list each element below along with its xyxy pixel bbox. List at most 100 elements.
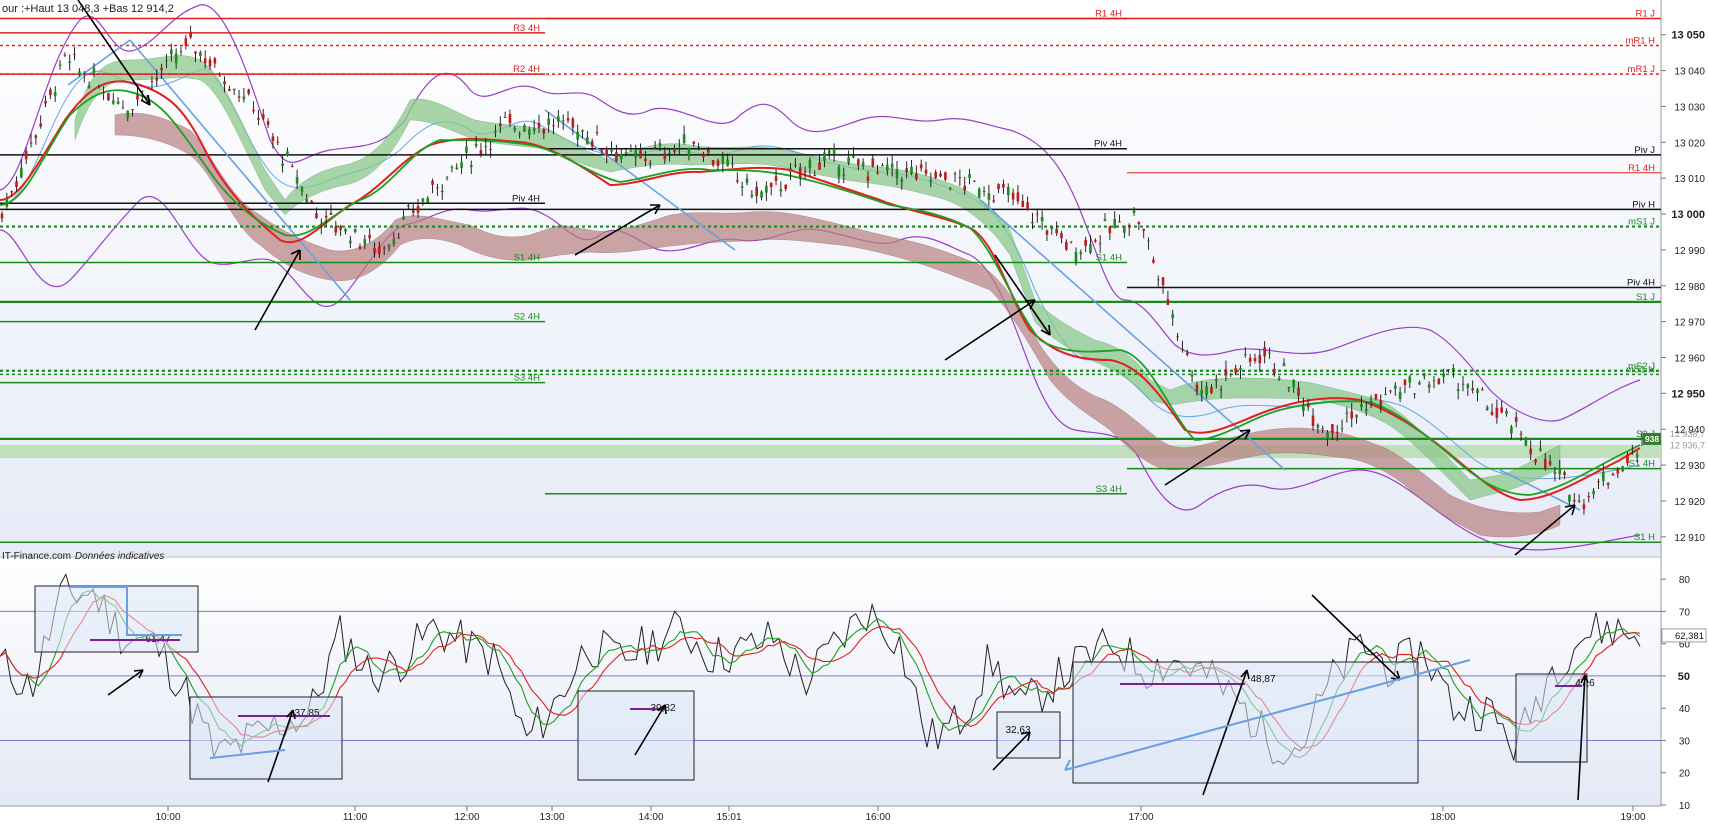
candle-body [1485, 407, 1489, 411]
candle-body [765, 185, 768, 193]
candle-body [194, 51, 197, 54]
candle-body [1248, 357, 1252, 362]
candle-body [968, 174, 971, 179]
candle-body [1205, 386, 1208, 396]
candle-body [1031, 221, 1034, 224]
candle-body [1152, 259, 1155, 263]
candle-body [179, 51, 183, 53]
candle-body [1016, 192, 1020, 202]
candle-body [1234, 368, 1237, 373]
candle-body [1582, 504, 1586, 510]
candle-body [590, 141, 594, 147]
candle-body [1210, 387, 1213, 393]
candle-body [798, 167, 802, 178]
candle-body [934, 172, 937, 178]
x-tick-label: 10:00 [155, 812, 180, 823]
candle-body [1103, 219, 1107, 222]
candle-body [126, 110, 130, 118]
candle-body [827, 150, 831, 154]
candle-body [1287, 387, 1291, 389]
candle-body [518, 133, 521, 135]
candle-body [24, 150, 28, 160]
candle-body [1171, 314, 1175, 319]
candle-body [310, 200, 313, 203]
candle-body [160, 67, 163, 71]
candle-body [97, 87, 101, 89]
candle-body [547, 118, 550, 125]
candle-body [242, 96, 246, 100]
candle-body [769, 183, 773, 187]
candle-body [349, 240, 352, 244]
candle-body [1050, 227, 1054, 230]
candle-body [537, 122, 541, 129]
level-label: R1 4H [1095, 9, 1122, 20]
candle-body [886, 164, 889, 171]
candle-body [1635, 454, 1639, 457]
candle-body [1568, 494, 1571, 502]
candle-body [813, 175, 817, 177]
y-tick-label: 13 010 [1674, 174, 1705, 185]
candle-body [823, 152, 826, 161]
candle-body [1132, 209, 1136, 213]
candle-body [1408, 376, 1412, 383]
candle-body [1002, 183, 1005, 188]
candle-body [561, 120, 565, 122]
candle-body [653, 147, 657, 149]
candle-body [1601, 471, 1605, 481]
y-axis-strip [1661, 0, 1709, 824]
level-label: R3 4H [513, 23, 540, 34]
candle-body [697, 147, 700, 149]
level-label: Piv H [1632, 199, 1655, 210]
candle-body [431, 180, 434, 185]
candle-body [295, 176, 299, 184]
candle-body [576, 131, 579, 140]
candle-body [1476, 389, 1479, 394]
y-tick-label: 12 960 [1674, 353, 1705, 364]
current-price-band [0, 445, 1661, 458]
candle-body [1239, 368, 1242, 371]
candle-body [1147, 240, 1150, 242]
candle-body [1292, 380, 1295, 388]
y-tick-label: 12 920 [1674, 497, 1705, 508]
candle-body [692, 141, 696, 144]
candle-body [687, 147, 691, 157]
candle-body [290, 165, 294, 167]
rsi-annotation-box [34, 585, 199, 653]
candle-body [566, 118, 570, 121]
candle-body [1089, 244, 1092, 253]
candle-body [155, 77, 159, 81]
candle-body [1094, 240, 1097, 242]
candle-body [740, 186, 744, 188]
candle-body [498, 123, 502, 127]
candle-body [286, 151, 289, 156]
candle-body [856, 159, 860, 166]
candle-body [1006, 187, 1010, 196]
candle-body [20, 167, 23, 178]
candle-body [924, 169, 928, 174]
candle-body [58, 64, 62, 66]
candle-body [586, 137, 589, 145]
candle-body [373, 247, 376, 254]
candle-body [789, 168, 792, 172]
rsi-y-tick-label: 70 [1679, 607, 1691, 618]
x-tick-label: 15:01 [716, 812, 741, 823]
candle-body [1350, 411, 1354, 419]
x-axis: 10:00 11:00 12:00 13:00 14:00 15:01 16:00 17:00… [155, 806, 1646, 823]
candle-body [905, 168, 908, 173]
candle-body [450, 167, 454, 169]
candle-body [397, 237, 400, 239]
candle-body [881, 164, 884, 167]
candle-body [1490, 411, 1494, 415]
candle-body [1190, 374, 1194, 377]
candle-body [837, 166, 841, 177]
y-tick-label: 13 030 [1674, 102, 1705, 113]
candle-body [682, 134, 686, 143]
candle-body [982, 190, 986, 192]
y-tick-label: 12 980 [1674, 282, 1705, 293]
y-tick-label: 12 910 [1674, 533, 1705, 544]
trading-chart[interactable]: R1 J R1 4H R3 4H mR1 H mR1 J R2 4H Piv 4H Piv J… [0, 0, 1709, 824]
candle-body [1321, 428, 1325, 430]
candle-body [1452, 367, 1455, 370]
candle-body [948, 187, 952, 189]
candle-body [184, 38, 188, 46]
